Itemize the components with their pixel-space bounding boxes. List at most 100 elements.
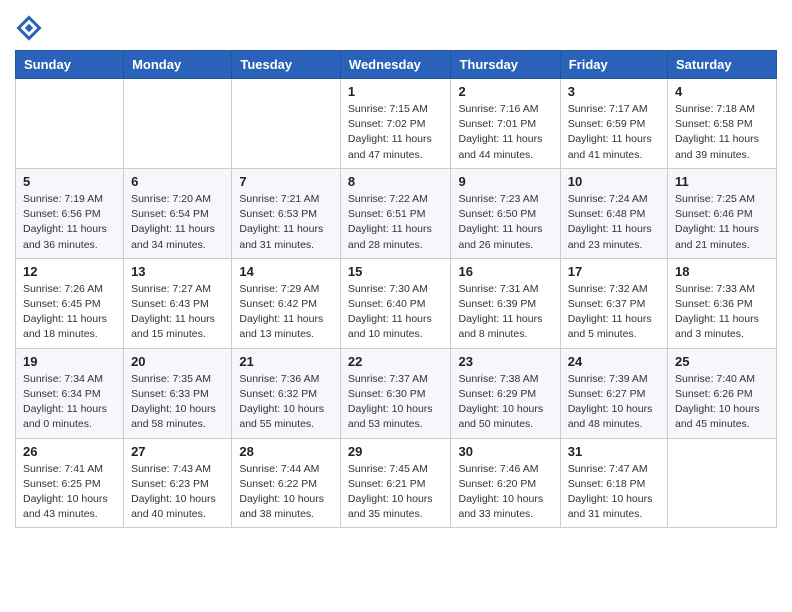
table-row: 15 Sunrise: 7:30 AMSunset: 6:40 PMDayligh… bbox=[340, 258, 451, 348]
day-number: 27 bbox=[131, 444, 224, 459]
table-row: 31 Sunrise: 7:47 AMSunset: 6:18 PMDayligh… bbox=[560, 438, 667, 528]
table-row: 9 Sunrise: 7:23 AMSunset: 6:50 PMDaylight… bbox=[451, 168, 560, 258]
col-thursday: Thursday bbox=[451, 51, 560, 79]
calendar-week-row: 1 Sunrise: 7:15 AMSunset: 7:02 PMDaylight… bbox=[16, 79, 777, 169]
table-row: 4 Sunrise: 7:18 AMSunset: 6:58 PMDaylight… bbox=[668, 79, 777, 169]
day-number: 12 bbox=[23, 264, 116, 279]
day-info: Sunrise: 7:25 AMSunset: 6:46 PMDaylight:… bbox=[675, 192, 769, 253]
day-number: 4 bbox=[675, 84, 769, 99]
day-info: Sunrise: 7:34 AMSunset: 6:34 PMDaylight:… bbox=[23, 372, 116, 433]
day-info: Sunrise: 7:23 AMSunset: 6:50 PMDaylight:… bbox=[458, 192, 552, 253]
day-info: Sunrise: 7:44 AMSunset: 6:22 PMDaylight:… bbox=[239, 462, 333, 523]
table-row: 25 Sunrise: 7:40 AMSunset: 6:26 PMDayligh… bbox=[668, 348, 777, 438]
day-number: 1 bbox=[348, 84, 444, 99]
table-row bbox=[16, 79, 124, 169]
table-row: 27 Sunrise: 7:43 AMSunset: 6:23 PMDayligh… bbox=[124, 438, 232, 528]
day-info: Sunrise: 7:41 AMSunset: 6:25 PMDaylight:… bbox=[23, 462, 116, 523]
day-number: 18 bbox=[675, 264, 769, 279]
table-row bbox=[232, 79, 341, 169]
day-number: 19 bbox=[23, 354, 116, 369]
page: Sunday Monday Tuesday Wednesday Thursday… bbox=[0, 0, 792, 612]
logo-icon bbox=[15, 14, 43, 42]
day-info: Sunrise: 7:24 AMSunset: 6:48 PMDaylight:… bbox=[568, 192, 660, 253]
table-row: 26 Sunrise: 7:41 AMSunset: 6:25 PMDayligh… bbox=[16, 438, 124, 528]
day-info: Sunrise: 7:38 AMSunset: 6:29 PMDaylight:… bbox=[458, 372, 552, 433]
day-number: 30 bbox=[458, 444, 552, 459]
table-row: 17Sunrise: 7:32 AMSunset: 6:37 PMDayligh… bbox=[560, 258, 667, 348]
table-row: 12Sunrise: 7:26 AMSunset: 6:45 PMDayligh… bbox=[16, 258, 124, 348]
calendar-week-row: 19 Sunrise: 7:34 AMSunset: 6:34 PMDayligh… bbox=[16, 348, 777, 438]
day-number: 15 bbox=[348, 264, 444, 279]
day-number: 28 bbox=[239, 444, 333, 459]
day-info: Sunrise: 7:45 AMSunset: 6:21 PMDaylight:… bbox=[348, 462, 444, 523]
day-info: Sunrise: 7:46 AMSunset: 6:20 PMDaylight:… bbox=[458, 462, 552, 523]
day-info: Sunrise: 7:21 AMSunset: 6:53 PMDaylight:… bbox=[239, 192, 333, 253]
table-row: 30 Sunrise: 7:46 AMSunset: 6:20 PMDayligh… bbox=[451, 438, 560, 528]
day-number: 25 bbox=[675, 354, 769, 369]
col-wednesday: Wednesday bbox=[340, 51, 451, 79]
day-info: Sunrise: 7:39 AMSunset: 6:27 PMDaylight:… bbox=[568, 372, 660, 433]
table-row: 3Sunrise: 7:17 AMSunset: 6:59 PMDaylight… bbox=[560, 79, 667, 169]
day-number: 24 bbox=[568, 354, 660, 369]
table-row: 5 Sunrise: 7:19 AMSunset: 6:56 PMDaylight… bbox=[16, 168, 124, 258]
calendar-table: Sunday Monday Tuesday Wednesday Thursday… bbox=[15, 50, 777, 528]
table-row: 28 Sunrise: 7:44 AMSunset: 6:22 PMDayligh… bbox=[232, 438, 341, 528]
day-number: 14 bbox=[239, 264, 333, 279]
day-info: Sunrise: 7:47 AMSunset: 6:18 PMDaylight:… bbox=[568, 462, 660, 523]
day-number: 13 bbox=[131, 264, 224, 279]
table-row: 29 Sunrise: 7:45 AMSunset: 6:21 PMDayligh… bbox=[340, 438, 451, 528]
calendar-header-row: Sunday Monday Tuesday Wednesday Thursday… bbox=[16, 51, 777, 79]
table-row: 6 Sunrise: 7:20 AMSunset: 6:54 PMDaylight… bbox=[124, 168, 232, 258]
table-row: 19 Sunrise: 7:34 AMSunset: 6:34 PMDayligh… bbox=[16, 348, 124, 438]
day-number: 16 bbox=[458, 264, 552, 279]
day-info: Sunrise: 7:30 AMSunset: 6:40 PMDaylight:… bbox=[348, 282, 444, 343]
table-row: 20Sunrise: 7:35 AMSunset: 6:33 PMDayligh… bbox=[124, 348, 232, 438]
table-row: 21 Sunrise: 7:36 AMSunset: 6:32 PMDayligh… bbox=[232, 348, 341, 438]
day-number: 21 bbox=[239, 354, 333, 369]
table-row: 14Sunrise: 7:29 AMSunset: 6:42 PMDayligh… bbox=[232, 258, 341, 348]
table-row: 16Sunrise: 7:31 AMSunset: 6:39 PMDayligh… bbox=[451, 258, 560, 348]
col-friday: Friday bbox=[560, 51, 667, 79]
calendar-week-row: 26 Sunrise: 7:41 AMSunset: 6:25 PMDayligh… bbox=[16, 438, 777, 528]
day-number: 10 bbox=[568, 174, 660, 189]
day-info: Sunrise: 7:40 AMSunset: 6:26 PMDaylight:… bbox=[675, 372, 769, 433]
col-sunday: Sunday bbox=[16, 51, 124, 79]
day-number: 11 bbox=[675, 174, 769, 189]
day-info: Sunrise: 7:33 AMSunset: 6:36 PMDaylight:… bbox=[675, 282, 769, 343]
table-row: 8 Sunrise: 7:22 AMSunset: 6:51 PMDaylight… bbox=[340, 168, 451, 258]
day-info: Sunrise: 7:32 AMSunset: 6:37 PMDaylight:… bbox=[568, 282, 660, 343]
logo bbox=[15, 14, 47, 42]
day-number: 5 bbox=[23, 174, 116, 189]
day-number: 8 bbox=[348, 174, 444, 189]
day-number: 6 bbox=[131, 174, 224, 189]
day-info: Sunrise: 7:16 AMSunset: 7:01 PMDaylight:… bbox=[458, 102, 552, 163]
day-number: 7 bbox=[239, 174, 333, 189]
day-number: 29 bbox=[348, 444, 444, 459]
col-tuesday: Tuesday bbox=[232, 51, 341, 79]
day-number: 31 bbox=[568, 444, 660, 459]
table-row: 23 Sunrise: 7:38 AMSunset: 6:29 PMDayligh… bbox=[451, 348, 560, 438]
day-info: Sunrise: 7:22 AMSunset: 6:51 PMDaylight:… bbox=[348, 192, 444, 253]
day-info: Sunrise: 7:20 AMSunset: 6:54 PMDaylight:… bbox=[131, 192, 224, 253]
table-row: 2 Sunrise: 7:16 AMSunset: 7:01 PMDaylight… bbox=[451, 79, 560, 169]
day-info: Sunrise: 7:19 AMSunset: 6:56 PMDaylight:… bbox=[23, 192, 116, 253]
day-info: Sunrise: 7:15 AMSunset: 7:02 PMDaylight:… bbox=[348, 102, 444, 163]
day-info: Sunrise: 7:18 AMSunset: 6:58 PMDaylight:… bbox=[675, 102, 769, 163]
day-number: 3 bbox=[568, 84, 660, 99]
table-row: 1 Sunrise: 7:15 AMSunset: 7:02 PMDaylight… bbox=[340, 79, 451, 169]
day-number: 22 bbox=[348, 354, 444, 369]
day-number: 23 bbox=[458, 354, 552, 369]
table-row bbox=[668, 438, 777, 528]
day-number: 2 bbox=[458, 84, 552, 99]
table-row: 24 Sunrise: 7:39 AMSunset: 6:27 PMDayligh… bbox=[560, 348, 667, 438]
day-info: Sunrise: 7:36 AMSunset: 6:32 PMDaylight:… bbox=[239, 372, 333, 433]
day-number: 26 bbox=[23, 444, 116, 459]
day-number: 9 bbox=[458, 174, 552, 189]
col-saturday: Saturday bbox=[668, 51, 777, 79]
day-info: Sunrise: 7:27 AMSunset: 6:43 PMDaylight:… bbox=[131, 282, 224, 343]
calendar-week-row: 5 Sunrise: 7:19 AMSunset: 6:56 PMDaylight… bbox=[16, 168, 777, 258]
day-info: Sunrise: 7:43 AMSunset: 6:23 PMDaylight:… bbox=[131, 462, 224, 523]
calendar-week-row: 12Sunrise: 7:26 AMSunset: 6:45 PMDayligh… bbox=[16, 258, 777, 348]
day-number: 20 bbox=[131, 354, 224, 369]
day-info: Sunrise: 7:37 AMSunset: 6:30 PMDaylight:… bbox=[348, 372, 444, 433]
